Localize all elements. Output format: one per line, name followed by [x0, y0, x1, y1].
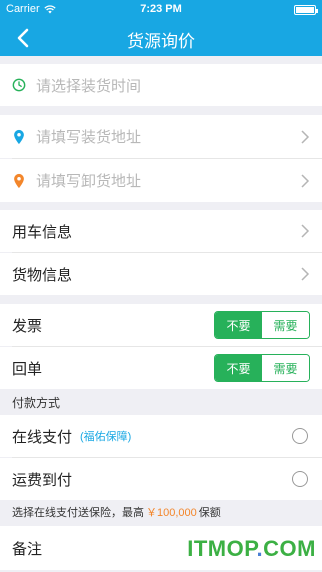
load-time-placeholder: 请选择装货时间: [36, 77, 142, 95]
online-payment-row[interactable]: 在线支付 (福佑保障): [0, 415, 322, 457]
cargo-info-row[interactable]: 货物信息: [0, 253, 322, 295]
unload-address-placeholder: 请填写卸货地址: [36, 173, 142, 190]
receipt-yes-option[interactable]: 需要: [262, 355, 309, 381]
watermark-text: ITMOP: [187, 536, 257, 561]
watermark-text: COM: [263, 536, 316, 561]
online-payment-radio[interactable]: [292, 428, 308, 444]
invoice-label: 发票: [12, 317, 43, 335]
invoice-row: 发票 不要 需要: [0, 304, 322, 346]
online-payment-label: 在线支付: [12, 428, 73, 446]
page-title: 货源询价: [127, 32, 195, 51]
vehicle-info-label: 用车信息: [12, 223, 73, 241]
invoice-no-option[interactable]: 不要: [215, 312, 262, 338]
site-watermark: ITMOP.COM: [187, 536, 316, 562]
chevron-right-icon: [301, 267, 310, 281]
freight-collect-label: 运费到付: [12, 471, 73, 489]
vehicle-info-row[interactable]: 用车信息: [0, 210, 322, 252]
clock-icon: [12, 78, 26, 92]
receipt-no-option[interactable]: 不要: [215, 355, 262, 381]
freight-collect-row[interactable]: 运费到付: [0, 458, 322, 500]
insurance-tip-prefix: 选择在线支付送保险，最高: [12, 507, 144, 519]
online-payment-note: (福佑保障): [80, 431, 132, 443]
remark-label: 备注: [12, 540, 43, 558]
payment-section-label: 付款方式: [0, 389, 322, 415]
chevron-right-icon: [301, 224, 310, 238]
cargo-info-label: 货物信息: [12, 266, 73, 284]
status-time: 7:23 PM: [140, 3, 182, 15]
receipt-row: 回单 不要 需要: [0, 347, 322, 389]
receipt-label: 回单: [12, 360, 43, 378]
battery-icon: [294, 5, 318, 15]
insurance-amount: ￥100,000: [146, 507, 197, 519]
freight-collect-radio[interactable]: [292, 471, 308, 487]
status-bar: Carrier 7:23 PM: [0, 0, 322, 20]
insurance-tip: 选择在线支付送保险，最高 ￥100,000 保额: [0, 500, 322, 524]
invoice-toggle[interactable]: 不要 需要: [214, 311, 310, 339]
load-address-placeholder: 请填写装货地址: [36, 129, 142, 146]
location-pin-blue-icon: [14, 129, 24, 144]
navigation-bar: 货源询价: [0, 20, 322, 56]
invoice-yes-option[interactable]: 需要: [262, 312, 309, 338]
insurance-tip-suffix: 保额: [198, 507, 221, 519]
chevron-right-icon: [301, 129, 310, 144]
receipt-toggle[interactable]: 不要 需要: [214, 354, 310, 382]
unload-address-row[interactable]: 请填写卸货地址: [0, 159, 322, 202]
location-pin-orange-icon: [14, 173, 24, 188]
load-time-row[interactable]: 请选择装货时间: [0, 64, 322, 106]
chevron-right-icon: [301, 173, 310, 188]
load-address-row[interactable]: 请填写装货地址: [0, 115, 322, 158]
